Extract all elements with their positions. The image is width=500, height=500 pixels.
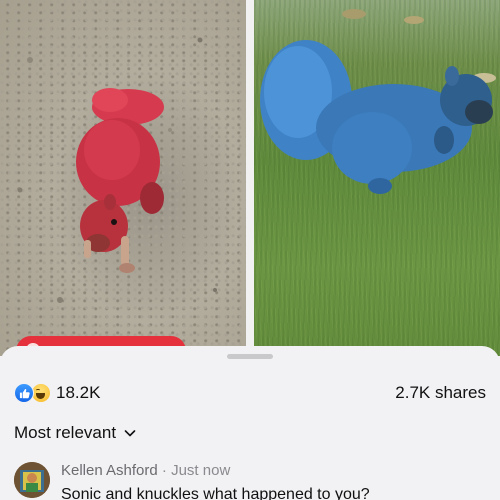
- blue-squirrel-image: [260, 9, 496, 194]
- shares-count[interactable]: 2.7K shares: [395, 382, 486, 404]
- comment-separator: ·: [161, 462, 167, 479]
- reactions-summary[interactable]: 18.2K 2.7K shares: [14, 382, 486, 404]
- sheet-drag-handle[interactable]: [227, 354, 273, 359]
- photo-divider: [246, 0, 254, 356]
- comment-sort-dropdown[interactable]: Most relevant: [14, 422, 136, 444]
- like-icon: [14, 383, 34, 403]
- post-photo[interactable]: [0, 0, 500, 356]
- avatar[interactable]: [14, 462, 50, 498]
- comment-meta: Kellen Ashford · Just now: [61, 462, 230, 480]
- comments-sheet: 18.2K 2.7K shares Most relevant Kellen A…: [0, 346, 500, 500]
- comment-text: Sonic and knuckles what happened to you?: [61, 486, 370, 500]
- comment-author[interactable]: Kellen Ashford: [61, 462, 158, 479]
- reaction-icons: [14, 382, 54, 404]
- red-squirrel-photo[interactable]: [0, 0, 246, 356]
- sort-label: Most relevant: [14, 423, 117, 442]
- comment-item: Kellen Ashford · Just now Sonic and knuc…: [14, 462, 486, 500]
- comment-time: Just now: [171, 462, 231, 479]
- blue-squirrel-photo[interactable]: [254, 0, 500, 356]
- reaction-count: 18.2K: [56, 383, 101, 402]
- chevron-down-icon: [124, 427, 136, 439]
- red-squirrel-image: [17, 37, 217, 303]
- haha-icon: [31, 383, 51, 403]
